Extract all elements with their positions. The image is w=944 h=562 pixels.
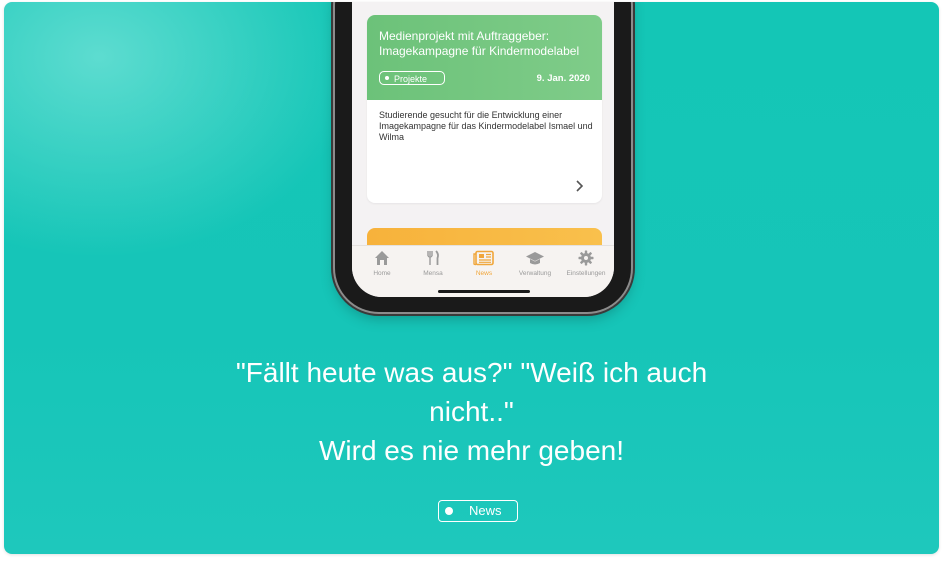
tab-news[interactable]: News <box>458 250 510 277</box>
newspaper-icon <box>458 250 510 268</box>
headline-line-1: "Fällt heute was aus?" "Weiß ich auch <box>235 357 708 388</box>
home-indicator <box>438 290 530 293</box>
news-badge: News <box>438 500 518 522</box>
phone-screen: Medienprojekt mit Auftraggeber: Imagekam… <box>352 2 614 297</box>
chevron-right-icon[interactable] <box>574 179 584 195</box>
tab-label-mensa: Mensa <box>423 270 443 277</box>
tab-label-news: News <box>475 270 493 277</box>
tab-einstellungen[interactable]: Einstellungen <box>560 250 612 277</box>
news-title: Medienprojekt mit Auftraggeber: Imagekam… <box>379 29 580 58</box>
badge-dot-icon <box>445 507 453 515</box>
news-date: 9. Jan. 2020 <box>536 73 590 84</box>
tab-label-einstellungen: Einstellungen <box>566 270 606 277</box>
news-body: Studierende gesucht für die Entwicklung … <box>379 110 593 142</box>
category-tag: Projekte <box>379 71 445 85</box>
badge-label: News <box>469 503 502 518</box>
hero-card: Medienprojekt mit Auftraggeber: Imagekam… <box>4 2 939 554</box>
tab-home[interactable]: Home <box>356 250 408 277</box>
tab-mensa[interactable]: Mensa <box>407 250 459 277</box>
tag-label: Projekte <box>394 74 428 84</box>
news-card-header: Medienprojekt mit Auftraggeber: Imagekam… <box>367 15 602 100</box>
gear-icon <box>560 250 612 268</box>
graduation-cap-icon <box>509 250 561 268</box>
headline-line-2: nicht.." <box>429 396 514 427</box>
tab-label-home: Home <box>373 270 391 277</box>
cutlery-icon <box>407 250 459 268</box>
tab-label-verwaltung: Verwaltung <box>518 270 552 277</box>
home-icon <box>356 250 408 268</box>
headline-line-3: Wird es nie mehr geben! <box>318 435 625 466</box>
headline: "Fällt heute was aus?" "Weiß ich auch ni… <box>4 353 939 470</box>
news-card[interactable]: Medienprojekt mit Auftraggeber: Imagekam… <box>367 15 602 203</box>
tab-verwaltung[interactable]: Verwaltung <box>509 250 561 277</box>
tag-dot-icon <box>385 76 389 80</box>
